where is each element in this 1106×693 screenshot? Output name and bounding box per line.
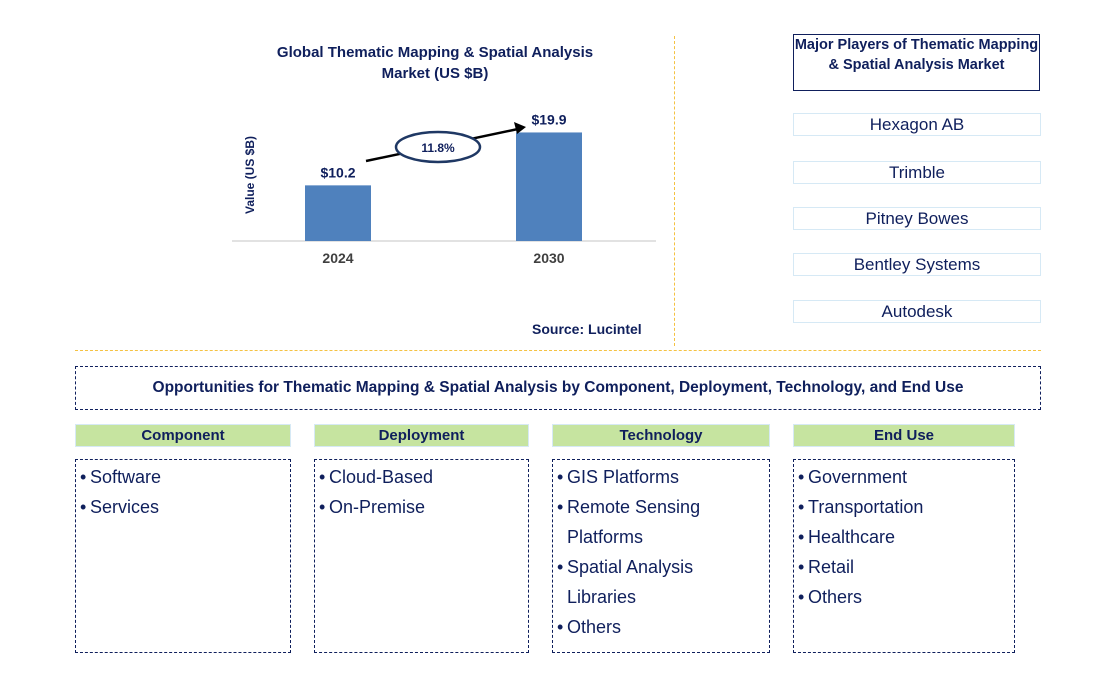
- bullet-icon: •: [798, 587, 805, 607]
- segment-header-deployment: Deployment: [314, 424, 529, 447]
- opportunities-banner: Opportunities for Thematic Mapping & Spa…: [75, 366, 1041, 410]
- bar-2030: [516, 132, 582, 241]
- segment-list-item: • Transportation: [798, 492, 1014, 522]
- player-item: Trimble: [793, 161, 1041, 184]
- segment-list-item: • Services: [80, 492, 290, 522]
- data-label: $10.2: [320, 164, 355, 180]
- bullet-icon: •: [798, 557, 805, 577]
- x-tick-label: 2024: [322, 250, 353, 266]
- segment-item-text: Others: [808, 587, 863, 607]
- segment-header-end-use: End Use: [793, 424, 1015, 447]
- segment-list-item: • Remote Sensing Platforms: [557, 492, 769, 552]
- segment-list-item: • Others: [798, 582, 1014, 612]
- bullet-icon: •: [80, 467, 87, 487]
- segment-item-text: Libraries: [567, 587, 637, 607]
- bullet-icon: •: [319, 467, 326, 487]
- player-item: Pitney Bowes: [793, 207, 1041, 230]
- segment-list: • Government • Transportation • Healthcare • Re…: [793, 459, 1015, 653]
- segment-list: • Software • Services: [75, 459, 291, 653]
- player-item: Autodesk: [793, 300, 1041, 323]
- bullet-icon: •: [319, 497, 326, 517]
- cagr-annotation: 11.8%: [365, 122, 526, 164]
- segment-list: • Cloud-Based • On-Premise: [314, 459, 529, 653]
- segment-item-text: Software: [90, 467, 162, 487]
- segment-item-text: Cloud-Based: [329, 467, 434, 487]
- source-label: Source: Lucintel: [532, 321, 642, 337]
- bar-chart: $10.2 2024 $19.9 2030 11.8%: [232, 111, 656, 266]
- bullet-icon: •: [798, 467, 805, 487]
- segment-item-text: On-Premise: [329, 497, 426, 517]
- chart-title: Global Thematic Mapping & Spatial Analys…: [276, 44, 594, 82]
- player-item: Bentley Systems: [793, 253, 1041, 276]
- data-label: $19.9: [531, 111, 566, 127]
- segment-list-item: • Government: [798, 462, 1014, 492]
- segment-item-text: Others: [567, 617, 622, 637]
- player-item: Hexagon AB: [793, 113, 1041, 136]
- segment-list-item: • Cloud-Based: [319, 462, 528, 492]
- segment-item-text: Retail: [808, 557, 855, 577]
- cagr-label: 11.8%: [421, 141, 455, 155]
- segment-list-item: • GIS Platforms: [557, 462, 769, 492]
- cagr-arrow-head: [514, 122, 526, 134]
- segment-item-text: Platforms: [567, 527, 644, 547]
- bullet-icon: •: [798, 497, 805, 517]
- segment-header-component: Component: [75, 424, 291, 447]
- bullet-icon: •: [557, 497, 564, 517]
- segment-list: • GIS Platforms • Remote Sensing Platforms • S…: [552, 459, 770, 653]
- bullet-icon: •: [557, 557, 564, 577]
- bullet-icon: •: [80, 497, 87, 517]
- segment-list-item: • On-Premise: [319, 492, 528, 522]
- segment-item-text: Spatial Analysis: [567, 557, 694, 577]
- segment-list-item: • Others: [557, 612, 769, 642]
- vertical-divider: [674, 36, 675, 346]
- horizontal-divider: [75, 350, 1041, 351]
- segment-list-item: • Retail: [798, 552, 1014, 582]
- bar-2024: [305, 185, 371, 241]
- bullet-icon: •: [557, 617, 564, 637]
- segment-header-technology: Technology: [552, 424, 770, 447]
- segment-item-text: Transportation: [808, 497, 924, 517]
- segment-item-text: Services: [90, 497, 160, 517]
- segment-item-text: Healthcare: [808, 527, 896, 547]
- major-players-title: Major Players of Thematic Mapping & Spat…: [793, 34, 1040, 91]
- bullet-icon: •: [798, 527, 805, 547]
- segment-list-item: • Healthcare: [798, 522, 1014, 552]
- segment-item-text: GIS Platforms: [567, 467, 680, 487]
- segment-list-item: • Software: [80, 462, 290, 492]
- bullet-icon: •: [557, 467, 564, 487]
- segment-list-item: • Spatial Analysis Libraries: [557, 552, 769, 612]
- x-tick-label: 2030: [533, 250, 564, 266]
- segment-item-text: Government: [808, 467, 908, 487]
- segment-item-text: Remote Sensing: [567, 497, 701, 517]
